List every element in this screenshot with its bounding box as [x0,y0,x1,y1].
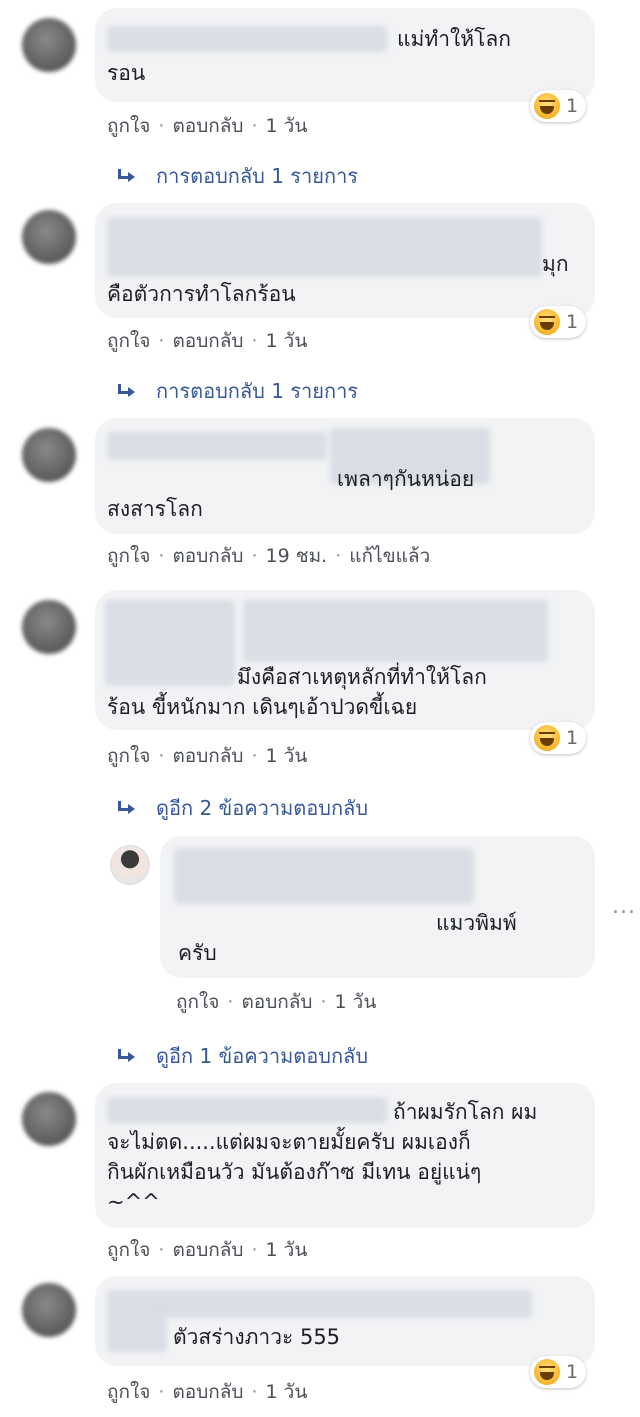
redacted-author [107,1316,167,1352]
view-replies-link[interactable]: การตอบกลับ 1 รายการ [118,160,358,192]
like-link[interactable]: ถูกใจ [107,1377,150,1407]
timestamp[interactable]: 19 ชม. [266,541,328,571]
comment-actions: ถูกใจ · ตอบกลับ · 1 วัน [107,741,307,771]
redacted-author [243,600,548,662]
comment-text: มุก [542,252,569,276]
avatar[interactable] [22,210,76,264]
avatar[interactable] [22,428,76,482]
haha-icon [534,93,560,119]
reply-arrow-icon [118,1049,136,1063]
avatar[interactable] [22,18,76,72]
reply-bubble: แมวพิมพ์ ครับ [160,836,595,978]
reply-link[interactable]: ตอบกลับ [172,326,243,356]
reaction-badge[interactable]: 1 [530,306,587,338]
reaction-badge[interactable]: 1 [530,722,587,754]
comment-text: ถ้าผมรักโลก ผม [393,1100,538,1124]
reply-link[interactable]: ตอบกลับ [172,1377,243,1407]
redacted-author [107,26,387,52]
comment-text: เพลาๆกันหน่อย [337,467,475,491]
comment-text: จะไม่ตด.....แต่ผมจะตายมั้ยครับ ผมเองก็ [107,1130,471,1154]
replies-label: การตอบกลับ 1 รายการ [156,379,359,403]
like-link[interactable]: ถูกใจ [107,541,150,571]
reply-arrow-icon [118,169,136,183]
comment-bubble: ตัวสร่างภาวะ 555 [95,1276,595,1366]
view-more-replies-link[interactable]: ดูอีก 1 ข้อความตอบกลับ [118,1040,368,1072]
haha-icon [534,1359,560,1385]
reply-link[interactable]: ตอบกลับ [241,987,312,1017]
reaction-badge[interactable]: 1 [530,90,587,122]
timestamp[interactable]: 1 วัน [266,741,308,771]
avatar[interactable] [22,1092,76,1146]
comment-bubble: เพลาๆกันหน่อย สงสารโลก [95,418,595,534]
comment-text: ร้อน ขี้หนักมาก เดินๆเอ้าปวดขี้เฉย [107,695,418,719]
reply-actions: ถูกใจ · ตอบกลับ · 1 วัน [176,987,376,1017]
timestamp[interactable]: 1 วัน [266,326,308,356]
reply-avatar[interactable] [110,845,150,885]
redacted-author [105,600,235,686]
like-link[interactable]: ถูกใจ [176,987,219,1017]
avatar[interactable] [22,600,76,654]
reaction-count: 1 [566,95,579,117]
reaction-count: 1 [566,1361,579,1383]
comment-actions: ถูกใจ · ตอบกลับ · 1 วัน [107,326,307,356]
timestamp[interactable]: 1 วัน [335,987,377,1017]
view-replies-link[interactable]: การตอบกลับ 1 รายการ [118,375,358,407]
like-link[interactable]: ถูกใจ [107,111,150,141]
comment-text: รอน [107,61,146,85]
reply-link[interactable]: ตอบกลับ [172,111,243,141]
replies-label: ดูอีก 1 ข้อความตอบกลับ [156,1044,369,1068]
comment-bubble: มึงคือสาเหตุหลักที่ทำให้โลก ร้อน ขี้หนัก… [95,590,595,730]
timestamp[interactable]: 1 วัน [266,1235,308,1265]
comment-text: ~^^ [107,1190,160,1214]
reply-link[interactable]: ตอบกลับ [172,1235,243,1265]
view-replies-link[interactable]: ดูอีก 2 ข้อความตอบกลับ [118,792,368,824]
reply-text: ครับ [178,941,217,965]
timestamp[interactable]: 1 วัน [266,111,308,141]
replies-label: การตอบกลับ 1 รายการ [156,164,359,188]
reply-link[interactable]: ตอบกลับ [172,541,243,571]
timestamp[interactable]: 1 วัน [266,1377,308,1407]
redacted-author [107,217,542,277]
reaction-badge[interactable]: 1 [530,1356,587,1388]
reply-link[interactable]: ตอบกลับ [172,741,243,771]
comment-bubble: แม่ทำให้โลก รอน [95,8,595,102]
comment-text: ตัวสร่างภาวะ 555 [173,1325,341,1349]
haha-icon [534,309,560,335]
redacted-author [107,432,327,460]
reply-arrow-icon [118,384,136,398]
comment-actions: ถูกใจ · ตอบกลับ · 1 วัน [107,1377,307,1407]
like-link[interactable]: ถูกใจ [107,326,150,356]
comment-text: แม่ทำให้โลก [397,27,511,51]
redacted-author [107,1290,532,1318]
comment-text: คือตัวการทำโลกร้อน [107,282,296,306]
like-link[interactable]: ถูกใจ [107,1235,150,1265]
more-options-icon[interactable]: ... [612,894,636,919]
haha-icon [534,725,560,751]
comment-bubble: มุก คือตัวการทำโลกร้อน [95,203,595,318]
replies-label: ดูอีก 2 ข้อความตอบกลับ [156,796,369,820]
reply-arrow-icon [118,801,136,815]
redacted-author [174,848,474,904]
like-link[interactable]: ถูกใจ [107,741,150,771]
comment-actions: ถูกใจ · ตอบกลับ · 1 วัน [107,111,307,141]
comment-text: สงสารโลก [107,497,203,521]
comment-text: กินผักเหมือนวัว มันต้องก๊าซ มีเทน อยู่แน… [107,1160,482,1184]
comment-bubble: ถ้าผมรักโลก ผม จะไม่ตด.....แต่ผมจะตายมั้… [95,1083,595,1228]
redacted-author [107,1097,387,1123]
reaction-count: 1 [566,727,579,749]
comment-actions: ถูกใจ · ตอบกลับ · 19 ชม. · แก้ไขแล้ว [107,541,430,571]
edited-label[interactable]: แก้ไขแล้ว [349,541,430,571]
reaction-count: 1 [566,311,579,333]
comment-actions: ถูกใจ · ตอบกลับ · 1 วัน [107,1235,307,1265]
comment-text: มึงคือสาเหตุหลักที่ทำให้โลก [237,665,487,689]
avatar[interactable] [22,1283,76,1337]
reply-text: แมวพิมพ์ [436,911,517,935]
